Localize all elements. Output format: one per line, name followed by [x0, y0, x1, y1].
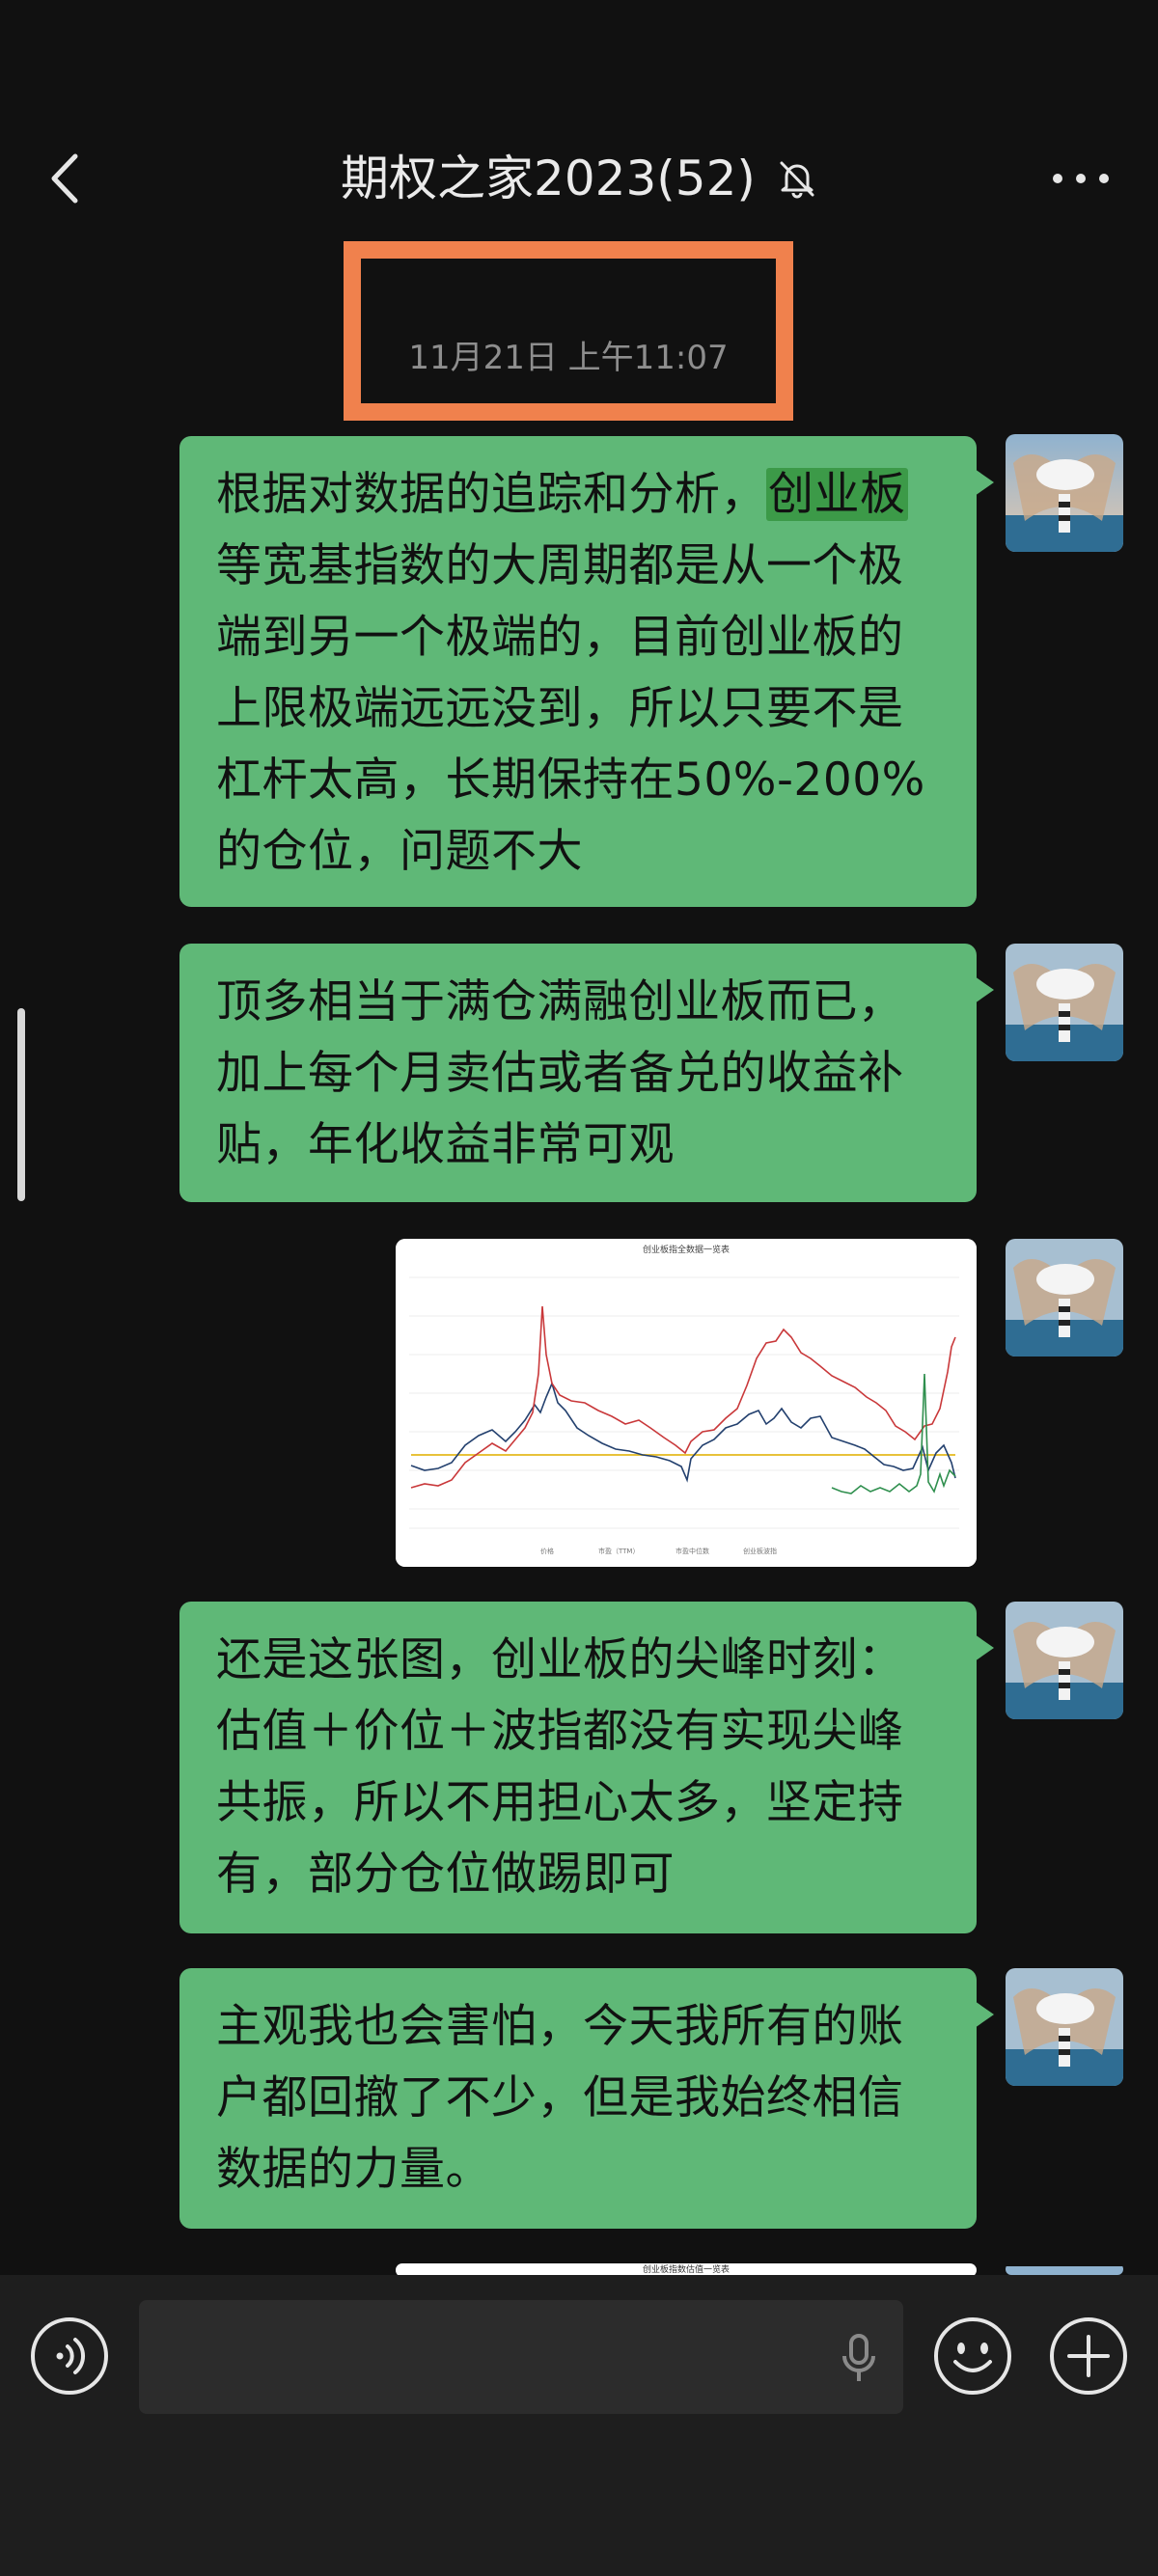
plus-button[interactable]: [1048, 2316, 1129, 2397]
message-line: 等宽基指数的大周期都是从一个极: [216, 539, 904, 592]
emoji-icon: [934, 2317, 1011, 2395]
avatar-image: [1006, 1602, 1123, 1719]
chart-legend-item: 市盈中位数: [676, 1547, 709, 1555]
message-bubble[interactable]: 还是这张图，创业板的尖峰时刻： 估值＋价位＋波指都没有实现尖峰 共振，所以不用担…: [179, 1602, 994, 1933]
message-line: 上限极端远远没到，所以只要不是: [216, 682, 904, 735]
avatar-image: [1006, 1968, 1123, 2086]
avatar[interactable]: [1006, 1968, 1123, 2086]
message-timestamp: 11月21日 上午11:07: [408, 339, 729, 377]
message-line: 估值＋价位＋波指都没有实现尖峰: [216, 1705, 904, 1758]
chat-title-area: 期权之家2023(52): [0, 145, 1158, 212]
plus-icon: [1050, 2317, 1127, 2395]
message-line: 顶多相当于满仓满融创业板而已，: [216, 975, 904, 1028]
microphone-icon[interactable]: [840, 2333, 878, 2385]
chart-legend-item: 创业板波指: [743, 1547, 777, 1555]
avatar[interactable]: [1006, 434, 1123, 552]
avatar-image: [1006, 2266, 1123, 2275]
message-line: 共振，所以不用担心太多，坚定持: [216, 1776, 904, 1829]
bell-off-icon: [780, 161, 814, 199]
composer-bar: [0, 2275, 1158, 2576]
avatar[interactable]: [1006, 2263, 1123, 2275]
avatar[interactable]: [1006, 1602, 1123, 1719]
avatar-image: [1006, 1239, 1123, 1357]
message-line: 杠杆太高，长期保持在50%-200%: [216, 754, 925, 807]
chart-thumbnail-title: 创业板指全数据一览表: [643, 1244, 730, 1255]
chart-thumbnail: 创业板指全数据一览表 价格 市盈（TTM） 市盈中位数 创业板波指: [396, 1239, 977, 1567]
message-line: 还是这张图，创业板的尖峰时刻：: [216, 1633, 904, 1686]
message-bubble[interactable]: 根据对数据的追踪和分析，创业板 等宽基指数的大周期都是从一个极 端到另一个极端的…: [179, 436, 994, 907]
chart-legend-item: 市盈（TTM）: [598, 1547, 639, 1555]
message-line: 贴，年化收益非常可观: [216, 1118, 675, 1171]
voice-toggle-icon: [31, 2317, 108, 2395]
timestamp-highlight-frame: 11月21日 上午11:07: [344, 241, 793, 421]
avatar-image: [1006, 944, 1123, 1061]
scroll-indicator[interactable]: [17, 1008, 25, 1201]
message-line: 有，部分仓位做踢即可: [216, 1848, 675, 1901]
message-bubble[interactable]: 主观我也会害怕，今天我所有的账 户都回撤了不少，但是我始终相信 数据的力量。: [179, 1968, 994, 2229]
chat-title: 期权之家2023(52): [341, 151, 756, 206]
voice-toggle-button[interactable]: [29, 2316, 110, 2397]
message-input[interactable]: [139, 2300, 903, 2414]
message-line: 端到另一个极端的，目前创业板的: [216, 611, 904, 664]
message-line: 数据的力量。: [216, 2143, 491, 2196]
emoji-button[interactable]: [932, 2316, 1013, 2397]
message-line: 的仓位，问题不大: [216, 825, 583, 878]
image-message-chart[interactable]: 创业板指全数据一览表 价格 市盈（TTM） 市盈中位数 创业板波指: [396, 1239, 977, 1567]
avatar-image: [1006, 434, 1123, 552]
message-line: 根据对数据的追踪和分析，创业板: [216, 459, 942, 531]
message-bubble[interactable]: 顶多相当于满仓满融创业板而已， 加上每个月卖估或者备兑的收益补 贴，年化收益非常…: [179, 944, 994, 1202]
chart-legend-item: 价格: [540, 1547, 554, 1555]
more-button[interactable]: [1042, 145, 1119, 212]
message-line: 户都回撤了不少，但是我始终相信: [216, 2071, 904, 2124]
message-text: 根据对数据的追踪和分析，: [216, 468, 766, 521]
highlighted-text: 创业板: [766, 468, 908, 521]
chat-header: 期权之家2023(52): [0, 125, 1158, 232]
more-dots-icon: [1053, 174, 1109, 183]
avatar[interactable]: [1006, 944, 1123, 1061]
message-line: 加上每个月卖估或者备兑的收益补: [216, 1047, 904, 1100]
avatar[interactable]: [1006, 1239, 1123, 1357]
message-line: 主观我也会害怕，今天我所有的账: [216, 2000, 904, 2053]
